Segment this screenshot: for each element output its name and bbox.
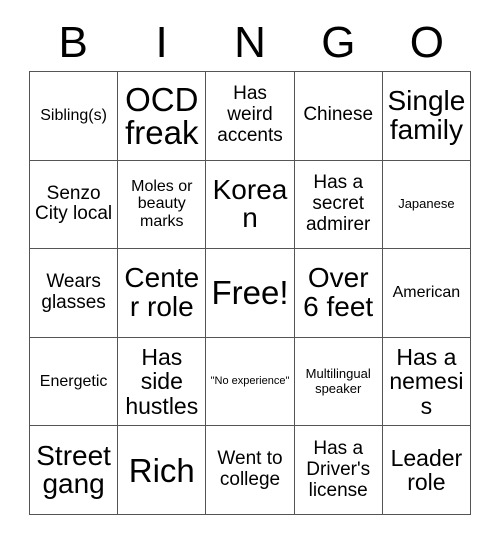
bingo-header-letter-b: B [58, 17, 88, 67]
bingo-square[interactable]: Energetic [30, 337, 119, 427]
bingo-square[interactable]: Single family [382, 72, 471, 161]
bingo-square-label: Leader role [390, 444, 463, 496]
bingo-square-label: Has side hustles [125, 344, 199, 419]
bingo-square[interactable]: American [382, 249, 471, 338]
bingo-square[interactable]: Korean [206, 160, 295, 250]
bingo-square[interactable]: Center role [118, 249, 207, 338]
bingo-square[interactable]: Multilingual speaker [294, 337, 383, 427]
bingo-square-label: Center role [124, 262, 200, 322]
bingo-square-label: Has a secret admirer [305, 172, 371, 235]
bingo-square[interactable]: Has a nemesis [382, 337, 471, 427]
bingo-square[interactable]: Has side hustles [118, 337, 207, 427]
bingo-square-label: Has a Driver's license [306, 437, 371, 501]
bingo-square-label: Over 6 feet [303, 262, 374, 322]
bingo-square[interactable]: Rich [118, 426, 207, 515]
bingo-square-label: Single family [387, 85, 466, 145]
bingo-square[interactable]: Sibling(s) [30, 72, 119, 161]
bingo-square[interactable]: OCD freak [118, 72, 207, 161]
bingo-square[interactable]: Wears glasses [30, 249, 119, 338]
bingo-square-label: Wears glasses [41, 271, 106, 313]
bingo-square-label: Senzo City local [35, 182, 113, 225]
bingo-square[interactable]: Has a Driver's license [294, 426, 383, 515]
bingo-square[interactable]: Has weird accents [206, 72, 295, 161]
bingo-header-letter-n: N [234, 17, 266, 67]
bingo-square-label: "No experience" [210, 375, 290, 388]
bingo-square[interactable]: Street gang [30, 426, 119, 515]
bingo-square[interactable]: Went to college [206, 426, 295, 515]
bingo-square-label: Korean [212, 173, 288, 234]
bingo-square[interactable]: Chinese [294, 72, 383, 161]
bingo-header-letter-g: G [321, 17, 356, 67]
bingo-square-label: Has weird accents [217, 83, 283, 147]
bingo-card: B I N G O Sibling(s) OCD freak Has weird a… [0, 0, 500, 544]
bingo-square[interactable]: Japanese [382, 160, 471, 250]
bingo-square-label: Multilingual speaker [305, 365, 371, 396]
bingo-square-label: Sibling(s) [40, 106, 107, 124]
bingo-square-label: Has a nemesis [389, 344, 464, 419]
bingo-square[interactable]: Senzo City local [30, 160, 119, 250]
bingo-grid: Sibling(s) OCD freak Has weird accents Chin… [29, 71, 471, 515]
bingo-square-label: Energetic [39, 372, 108, 390]
bingo-square[interactable]: Free! [206, 249, 295, 338]
bingo-square-label: Went to college [217, 448, 283, 491]
bingo-square-label: Chinese [303, 104, 374, 126]
bingo-header-letter-o: O [409, 17, 444, 67]
bingo-square[interactable]: "No experience" [206, 337, 295, 427]
bingo-header-row: B I N G O [29, 14, 471, 71]
bingo-header-letter-i: I [155, 17, 168, 67]
bingo-square-label: Street gang [36, 439, 111, 500]
bingo-square-label: Rich [128, 451, 195, 489]
bingo-square-label: Free! [211, 274, 289, 312]
bingo-square-label: OCD freak [125, 80, 199, 151]
bingo-square-label: Moles or beauty marks [131, 177, 193, 231]
bingo-square[interactable]: Over 6 feet [294, 249, 383, 338]
bingo-square[interactable]: Moles or beauty marks [118, 160, 207, 250]
bingo-square[interactable]: Leader role [382, 426, 471, 515]
bingo-square[interactable]: Has a secret admirer [294, 160, 383, 250]
bingo-square-label: Japanese [398, 195, 455, 211]
bingo-square-label: American [392, 284, 461, 302]
